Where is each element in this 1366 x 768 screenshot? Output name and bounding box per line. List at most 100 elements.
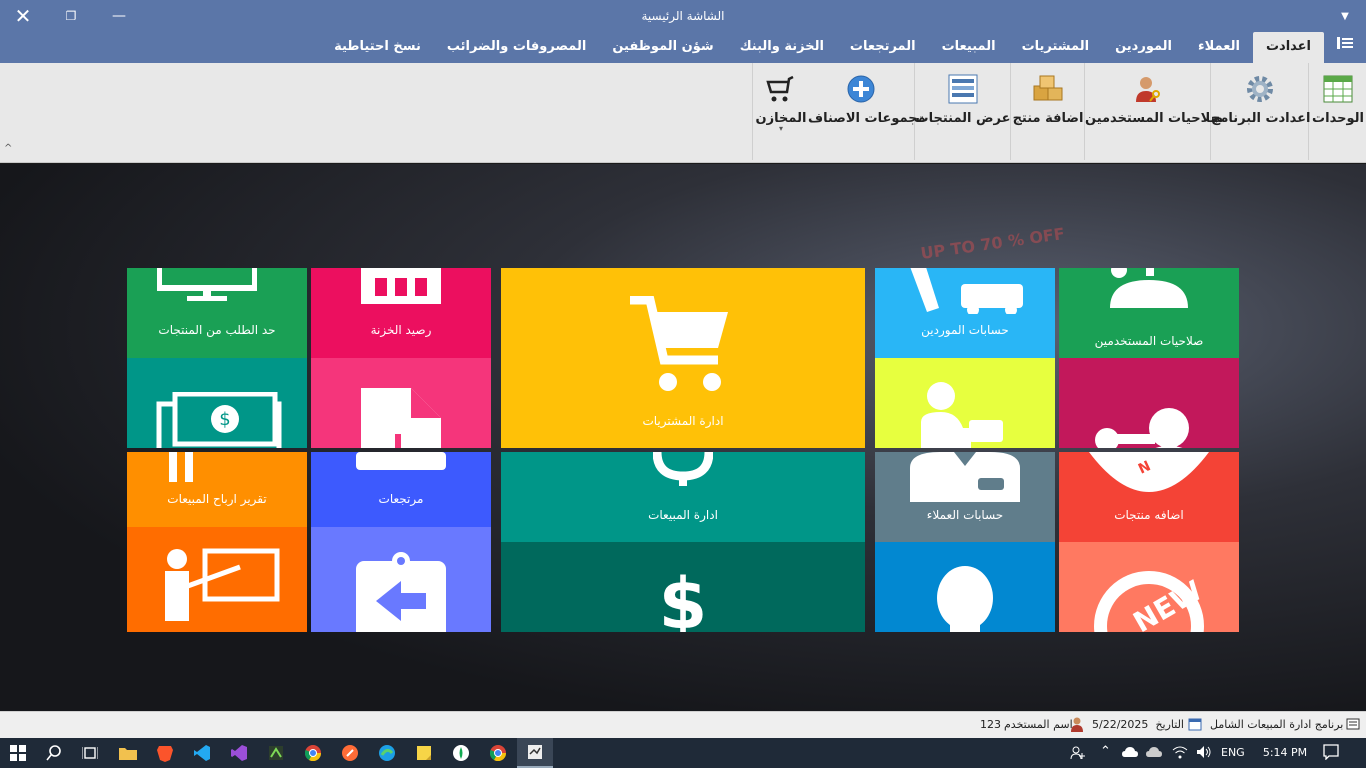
tile-purchases-label: ادارة المشتريات (642, 414, 724, 428)
tile-treasury-balance[interactable]: رصيد الخزنة (311, 268, 491, 358)
collapse-ribbon-icon[interactable]: ^ (4, 143, 12, 154)
vscode-icon[interactable] (184, 738, 220, 768)
task-view-icon[interactable] (72, 738, 108, 768)
window-title: الشاشة الرئيسية (641, 9, 725, 23)
tile-returns-back[interactable] (311, 527, 491, 632)
ribbon-group-settings: اعدادت البرنامج (1210, 63, 1311, 160)
tray-icon (356, 452, 446, 470)
tile-profit-report-back[interactable] (127, 527, 307, 632)
file-explorer-icon[interactable] (110, 738, 146, 768)
tile-treasury-back[interactable] (311, 358, 491, 448)
tile-purchases[interactable]: ادارة المشتريات (501, 268, 865, 448)
tile-user-permissions[interactable]: صلاحيات المستخدمين (1059, 268, 1239, 358)
view-products-label: عرض المنتجات (915, 111, 1011, 126)
clock[interactable]: 5:14 PM (1262, 746, 1308, 759)
tile-order-limit-back[interactable]: $ (127, 358, 307, 448)
ribbon-group-view-products: عرض المنتجات (914, 63, 1010, 160)
program-settings-button[interactable]: اعدادت البرنامج (1211, 69, 1311, 139)
tile-add-products[interactable]: N اضافه منتجات (1059, 452, 1239, 542)
view-products-button[interactable]: عرض المنتجات (915, 69, 1011, 139)
edge-icon[interactable] (369, 738, 405, 768)
tile-profit-report-label: تقرير ارباح المبيعات (167, 492, 267, 506)
tab-customers[interactable]: العملاء (1185, 32, 1253, 63)
tile-order-limit-label: حد الطلب من المنتجات (158, 323, 276, 337)
tray-chevron-icon[interactable]: ⌃ (1100, 744, 1111, 759)
tab-employees[interactable]: شؤن الموظفين (599, 32, 726, 63)
calendar-icon (1188, 717, 1202, 734)
people-icon[interactable] (1070, 745, 1086, 764)
title-bar: ✕ ❐ — الشاشة الرئيسية ▼ (0, 0, 1366, 32)
tab-settings[interactable]: اعدادت (1252, 32, 1324, 63)
tile-returns[interactable]: مرتجعات (311, 452, 491, 527)
onedrive-icon[interactable] (1122, 746, 1138, 761)
tile-treasury-balance-label: رصيد الخزنة (370, 323, 432, 337)
user-value: 123 (980, 718, 1001, 731)
gear-icon (1244, 73, 1276, 105)
tab-returns[interactable]: المرتجعات (837, 32, 929, 63)
sales-app-taskbar-icon[interactable] (517, 738, 553, 768)
document-icon (361, 388, 441, 448)
tile-customer-accounts-label: حسابات العملاء (926, 508, 1004, 522)
tab-backup[interactable]: نسخ احتياطية (321, 32, 434, 63)
search-icon[interactable] (36, 738, 72, 768)
worker-icon (921, 382, 1003, 448)
ribbon: الوحدات اعدادت البرنامج صلاحيات المستخدم… (0, 63, 1366, 163)
mongodb-compass-icon[interactable] (443, 738, 479, 768)
tile-supplier-back[interactable] (875, 358, 1055, 448)
money-icon: $ (156, 392, 282, 448)
windows-start-icon[interactable] (0, 738, 36, 768)
tile-customer-back[interactable] (875, 542, 1055, 632)
sticky-notes-icon[interactable] (406, 738, 442, 768)
user-permissions-button[interactable]: صلاحيات المستخدمين (1085, 69, 1224, 139)
chrome-icon[interactable] (295, 738, 331, 768)
dollar-icon (653, 452, 713, 486)
app-name: برنامج ادارة المبيعات الشامل (1210, 718, 1344, 731)
brave-browser-icon[interactable] (147, 738, 183, 768)
user-head-icon (937, 566, 993, 632)
clipboard-return-icon (356, 552, 446, 632)
tab-expenses-taxes[interactable]: المصروفات والضرائب (434, 32, 599, 63)
svg-text:$: $ (219, 409, 230, 430)
app-icon (1346, 717, 1360, 734)
language-indicator[interactable]: ENG (1221, 746, 1245, 759)
stores-button[interactable]: المخازن ▾ (753, 69, 809, 139)
date-label: التاريخ (1155, 718, 1184, 731)
cloud-icon[interactable] (1146, 746, 1162, 761)
tool-app-icon[interactable] (258, 738, 294, 768)
ribbon-group-permissions: صلاحيات المستخدمين (1084, 63, 1224, 160)
plus-circle-icon (845, 73, 877, 105)
chevron-down-icon[interactable]: ▼ (1322, 0, 1366, 32)
item-groups-button[interactable]: مجموعات الاصناف (808, 69, 926, 139)
units-label: الوحدات (1312, 111, 1364, 126)
visual-studio-icon[interactable] (221, 738, 257, 768)
program-settings-label: اعدادت البرنامج (1211, 111, 1311, 126)
tile-sales[interactable]: ادارة المبيعات (501, 452, 865, 542)
tile-permissions-back[interactable] (1059, 358, 1239, 448)
tile-sales-back[interactable]: $ (501, 542, 865, 632)
units-button[interactable]: الوحدات (1309, 69, 1366, 139)
monitor-icon (157, 268, 257, 301)
app-menu-icon[interactable] (1324, 32, 1366, 63)
notification-icon[interactable] (1323, 744, 1339, 763)
volume-icon[interactable] (1196, 745, 1212, 762)
status-bar: برنامج ادارة المبيعات الشامل التاريخ 5/2… (0, 711, 1366, 738)
user-permissions-label: صلاحيات المستخدمين (1085, 111, 1224, 126)
tab-suppliers[interactable]: الموردين (1102, 32, 1185, 63)
tile-add-products-label: اضافه منتجات (1114, 508, 1184, 522)
tab-treasury-bank[interactable]: الخزنة والبنك (727, 32, 837, 63)
new-badge-icon: N (1089, 452, 1209, 492)
tile-add-products-back[interactable]: NEW (1059, 542, 1239, 632)
tile-supplier-accounts[interactable]: حسابات الموردين (875, 268, 1055, 358)
ribbon-group-units: الوحدات (1308, 63, 1366, 160)
tile-customer-accounts[interactable]: حسابات العملاء (875, 452, 1055, 542)
tile-profit-report[interactable]: تقرير ارباح المبيعات (127, 452, 307, 527)
chrome-profile-icon[interactable] (480, 738, 516, 768)
tab-purchases[interactable]: المشتريات (1009, 32, 1103, 63)
delivery-icon (910, 268, 1023, 314)
tile-order-limit[interactable]: حد الطلب من المنتجات (127, 268, 307, 358)
background-banner-text: UP TO 70 % OFF (919, 223, 1066, 264)
tab-sales[interactable]: المبيعات (929, 32, 1009, 63)
postman-icon[interactable] (332, 738, 368, 768)
add-product-button[interactable]: اضافة منتج (1011, 69, 1085, 139)
wifi-icon[interactable] (1172, 745, 1188, 762)
